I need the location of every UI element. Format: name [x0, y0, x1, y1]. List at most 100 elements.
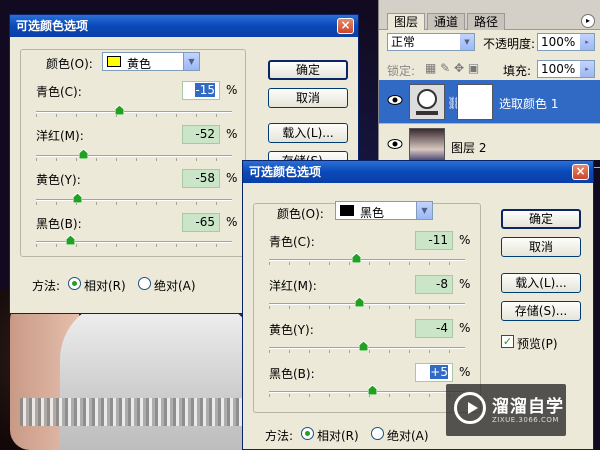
opacity-label: 不透明度: — [483, 37, 536, 51]
percent-label: % — [459, 321, 471, 335]
slider-ticks — [36, 158, 232, 161]
preview-checkbox[interactable]: ✓ — [501, 335, 514, 348]
close-icon[interactable]: × — [572, 164, 589, 180]
percent-label: % — [459, 277, 471, 291]
slider-ticks — [36, 202, 232, 205]
relative-label: 相对(R) — [84, 279, 126, 293]
yellow-slider-thumb[interactable] — [73, 193, 83, 203]
magenta-input[interactable]: -8 — [415, 275, 453, 294]
cyan-slider-track[interactable] — [36, 111, 232, 113]
sequin-belt — [20, 398, 250, 426]
ok-button[interactable]: 确定 — [268, 60, 348, 80]
absolute-radio[interactable] — [138, 277, 151, 290]
white-dress — [60, 300, 260, 450]
tab-layers[interactable]: 图层 — [387, 13, 426, 30]
relative-radio[interactable] — [68, 277, 81, 290]
cyan-slider-thumb[interactable] — [352, 253, 362, 263]
slider-ticks — [36, 114, 232, 117]
dialog-title: 可选颜色选项 — [249, 165, 322, 179]
cyan-input[interactable]: -15 — [182, 81, 220, 100]
tab-channels[interactable]: 通道 — [427, 13, 466, 30]
magenta-label: 洋红(M): — [36, 129, 84, 143]
layers-panel: 图层 通道 路径 ▸ 正常 ▼ 不透明度: 100% ▸ 锁定: ▦ ✎ ✥ ▣… — [378, 0, 600, 168]
adjustment-thumbnail-icon — [409, 84, 445, 120]
opacity-input[interactable]: 100% ▸ — [537, 33, 595, 51]
dialog-title: 可选颜色选项 — [16, 19, 89, 33]
dialog-title-bar: 可选颜色选项 × — [243, 161, 593, 183]
cyan-label: 青色(C): — [36, 85, 82, 99]
percent-label: % — [226, 127, 238, 141]
cyan-slider-thumb[interactable] — [115, 105, 125, 115]
color-value: 黄色 — [127, 57, 152, 71]
cyan-value: -15 — [195, 83, 215, 97]
chevron-down-icon[interactable]: ▼ — [183, 53, 199, 70]
magenta-slider-thumb[interactable] — [79, 149, 89, 159]
watermark-url: ZIXUE.3066.COM — [492, 416, 559, 424]
black-label: 黑色(B): — [36, 217, 82, 231]
load-button[interactable]: 载入(L)... — [268, 123, 348, 143]
color-label: 颜色(O): — [277, 207, 324, 221]
save-button[interactable]: 存储(S)... — [501, 301, 581, 321]
relative-radio[interactable] — [301, 427, 314, 440]
slider-ticks — [269, 262, 465, 265]
load-button[interactable]: 载入(L)... — [501, 273, 581, 293]
layers-tabs: 图层 通道 路径 ▸ — [379, 12, 600, 30]
chevron-down-icon: ▼ — [460, 34, 474, 50]
eye-icon[interactable] — [387, 138, 403, 150]
cyan-slider-track[interactable] — [269, 259, 465, 261]
yellow-slider-track[interactable] — [36, 199, 232, 201]
lock-icons[interactable]: ▦ ✎ ✥ ▣ — [425, 61, 479, 75]
eye-icon[interactable] — [387, 94, 403, 106]
cyan-label: 青色(C): — [269, 235, 315, 249]
magenta-slider-thumb[interactable] — [355, 297, 365, 307]
blend-mode-select[interactable]: 正常 ▼ — [387, 33, 475, 51]
black-slider-thumb[interactable] — [367, 385, 377, 395]
yellow-slider-thumb[interactable] — [359, 341, 369, 351]
cyan-input[interactable]: -11 — [415, 231, 453, 250]
tab-paths[interactable]: 路径 — [467, 13, 506, 30]
method-label: 方法: — [32, 279, 61, 293]
relative-label: 相对(R) — [317, 429, 359, 443]
black-input[interactable]: +5 — [415, 363, 453, 382]
black-slider-thumb[interactable] — [66, 235, 76, 245]
play-logo-icon — [454, 392, 486, 424]
yellow-label: 黄色(Y): — [36, 173, 81, 187]
magenta-label: 洋红(M): — [269, 279, 317, 293]
cancel-button[interactable]: 取消 — [268, 88, 348, 108]
site-watermark: 溜溜自学 ZIXUE.3066.COM — [446, 384, 566, 436]
blend-mode-value: 正常 — [391, 35, 416, 49]
photo-thumbnail — [409, 128, 445, 164]
magenta-slider-track[interactable] — [269, 303, 465, 305]
color-select[interactable]: 黄色 ▼ — [102, 52, 200, 71]
yellow-input[interactable]: -4 — [415, 319, 453, 338]
black-input[interactable]: -65 — [182, 213, 220, 232]
magenta-input[interactable]: -52 — [182, 125, 220, 144]
dialog-title-bar: 可选颜色选项 × — [10, 15, 358, 37]
color-label: 颜色(O): — [46, 57, 93, 71]
chevron-right-icon: ▸ — [580, 61, 594, 77]
cancel-button[interactable]: 取消 — [501, 237, 581, 257]
absolute-label: 绝对(A) — [154, 279, 196, 293]
fill-input[interactable]: 100% ▸ — [537, 60, 595, 78]
percent-label: % — [226, 171, 238, 185]
chevron-down-icon[interactable]: ▼ — [416, 202, 432, 219]
absolute-radio[interactable] — [371, 427, 384, 440]
percent-label: % — [226, 215, 238, 229]
opacity-value: 100% — [541, 35, 576, 49]
ok-button[interactable]: 确定 — [501, 209, 581, 229]
slider-ticks — [269, 306, 465, 309]
close-icon[interactable]: × — [337, 18, 354, 34]
swatch-icon — [107, 56, 121, 67]
magenta-slider-track[interactable] — [36, 155, 232, 157]
preview-label: 预览(P) — [517, 337, 558, 351]
black-value: +5 — [430, 365, 448, 379]
panel-menu-icon[interactable]: ▸ — [581, 14, 595, 28]
layer-name: 选取颜色 1 — [499, 97, 559, 111]
yellow-input[interactable]: -58 — [182, 169, 220, 188]
method-label: 方法: — [265, 429, 294, 443]
absolute-label: 绝对(A) — [387, 429, 429, 443]
black-label: 黑色(B): — [269, 367, 315, 381]
layer-row-selective-color[interactable]: ⛓ 选取颜色 1 — [379, 80, 600, 124]
percent-label: % — [459, 233, 471, 247]
color-select[interactable]: 黑色 ▼ — [335, 201, 433, 220]
